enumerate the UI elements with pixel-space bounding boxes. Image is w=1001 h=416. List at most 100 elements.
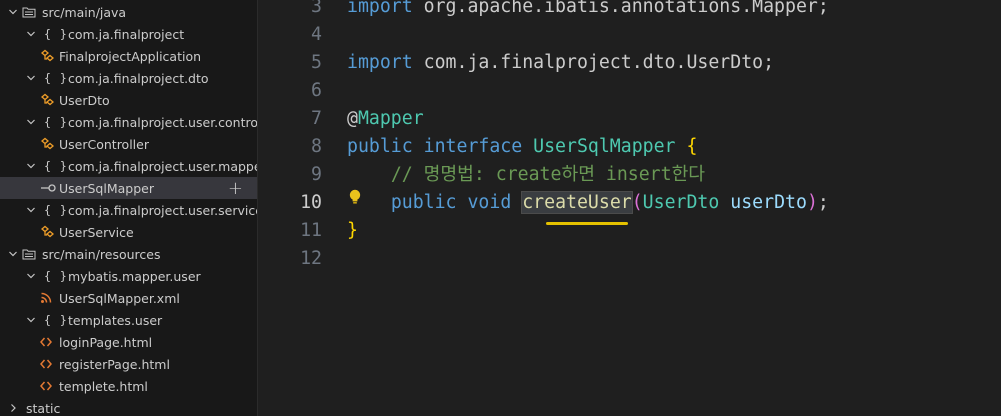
code-token: {	[686, 136, 698, 157]
package-braces-icon: { }	[44, 159, 68, 173]
tree-item[interactable]: UserController	[0, 133, 257, 155]
code-token: com.ja.finalproject.dto.UserDto;	[423, 52, 775, 73]
code-line[interactable]: 3 import org.apache.ibatis.annotations.Ma…	[258, 0, 1001, 21]
tree-item[interactable]: src/main/java	[0, 1, 257, 23]
line-number: 11	[300, 220, 322, 241]
code-token: }	[347, 220, 358, 241]
tree-item[interactable]: UserService	[0, 221, 257, 243]
chevron-down-icon[interactable]	[6, 243, 20, 265]
line-number: 4	[311, 24, 322, 45]
code-line[interactable]: 11}	[258, 217, 1001, 245]
chevron-down-icon[interactable]	[24, 23, 38, 45]
code-token: ;	[817, 192, 829, 213]
tree-item-label: UserDto	[59, 92, 110, 108]
class-icon	[40, 45, 54, 67]
tree-item-label: registerPage.html	[59, 356, 170, 372]
tree-item[interactable]: templete.html	[0, 375, 257, 397]
code-line[interactable]: 5 import com.ja.finalproject.dto.UserDto;	[258, 49, 1001, 77]
package-braces-icon: { }	[44, 27, 68, 41]
tree-item[interactable]: UserDto	[0, 89, 257, 111]
code-line[interactable]: 6	[258, 77, 1001, 105]
new-file-button[interactable]: +	[228, 177, 243, 199]
chevron-down-icon[interactable]	[24, 111, 38, 133]
code-text: import com.ja.finalproject.dto.UserDto;	[347, 49, 774, 77]
tree-item-label: com.ja.finalproject.user.controller	[68, 114, 258, 130]
chevron-down-icon[interactable]	[24, 199, 38, 221]
chevron-right-icon[interactable]	[6, 397, 20, 416]
tree-item-label: UserService	[59, 224, 134, 240]
package-braces-icon: { }	[44, 203, 68, 217]
chevron-down-icon[interactable]	[24, 265, 38, 287]
line-number: 6	[311, 80, 322, 101]
code-token: (	[631, 192, 643, 213]
code-token: createUser	[521, 191, 633, 214]
chevron-down-icon[interactable]	[24, 67, 38, 89]
line-number: 8	[311, 136, 322, 157]
code-editor[interactable]: 12 11} 10 public void createUser(UserDto u…	[258, 0, 1001, 416]
tree-item-label: FinalprojectApplication	[59, 48, 202, 64]
lightbulb-icon[interactable]	[347, 188, 363, 206]
line-number: 10	[300, 192, 322, 213]
explorer-sidebar: src/main/java{ } com.ja.finalproject Final…	[0, 0, 258, 416]
package-braces-icon: { }	[44, 269, 68, 283]
chevron-down-icon[interactable]	[24, 155, 38, 177]
tree-item[interactable]: { } templates.user	[0, 309, 257, 331]
tree-item[interactable]: { } com.ja.finalproject.dto	[0, 67, 257, 89]
rss-xml-icon	[40, 287, 52, 309]
tree-item-label: UserController	[59, 136, 149, 152]
code-token: // 명명법: create하면 insert한다	[390, 164, 706, 185]
package-braces-icon: { }	[44, 115, 68, 129]
tree-item[interactable]: static	[0, 397, 257, 416]
html-code-icon	[40, 353, 52, 375]
tree-item-label: com.ja.finalproject.user.mapper	[68, 158, 258, 174]
line-number: 3	[311, 0, 322, 17]
class-icon	[40, 133, 54, 155]
tree-item[interactable]: UserSqlMapper +	[0, 177, 257, 199]
code-token: @	[347, 108, 358, 129]
code-line[interactable]: 7 @Mapper	[258, 105, 1001, 133]
code-text: @Mapper	[347, 105, 424, 133]
code-line[interactable]: 9 // 명명법: create하면 insert한다	[258, 161, 1001, 189]
tree-item[interactable]: registerPage.html	[0, 353, 257, 375]
chevron-down-icon[interactable]	[24, 309, 38, 331]
code-text: import org.apache.ibatis.annotations.Map…	[347, 0, 829, 21]
code-line[interactable]: 10 public void createUser(UserDto userDt…	[258, 189, 1001, 217]
tree-item[interactable]: loginPage.html	[0, 331, 257, 353]
tree-item-label: mybatis.mapper.user	[68, 268, 201, 284]
tree-item[interactable]: { } mybatis.mapper.user	[0, 265, 257, 287]
code-line[interactable]: 4	[258, 21, 1001, 49]
chevron-down-icon[interactable]	[6, 1, 20, 23]
package-braces-icon: { }	[44, 313, 68, 327]
tree-item[interactable]: { } com.ja.finalproject.user.service	[0, 199, 257, 221]
code-token: org.apache.ibatis.annotations.Mapper;	[423, 0, 829, 17]
code-text: // 명명법: create하면 insert한다	[347, 161, 705, 189]
tree-item-label: com.ja.finalproject.dto	[68, 70, 209, 86]
line-number: 5	[311, 52, 322, 73]
tree-item[interactable]: { } com.ja.finalproject.user.mapper	[0, 155, 257, 177]
code-line[interactable]: 12	[258, 245, 1001, 273]
tree-item-label: static	[26, 400, 61, 416]
code-text: public interface UserSqlMapper {	[347, 133, 697, 161]
code-token: import	[347, 52, 424, 73]
tree-item-label: UserSqlMapper.xml	[59, 290, 180, 306]
code-token: public	[390, 192, 468, 213]
line-number: 9	[311, 164, 322, 185]
tree-item[interactable]: UserSqlMapper.xml	[0, 287, 257, 309]
code-token: )	[806, 192, 818, 213]
tree-item[interactable]: { } com.ja.finalproject	[0, 23, 257, 45]
html-code-icon	[40, 375, 52, 397]
line-number: 12	[300, 248, 322, 269]
class-icon	[40, 221, 54, 243]
tree-item[interactable]: src/main/resources	[0, 243, 257, 265]
tree-item[interactable]: FinalprojectApplication	[0, 45, 257, 67]
code-token: UserDto	[642, 192, 731, 213]
tree-item-label: com.ja.finalproject	[68, 26, 185, 42]
code-line[interactable]: 8 public interface UserSqlMapper {	[258, 133, 1001, 161]
tree-item-label: loginPage.html	[59, 334, 153, 350]
code-token: Mapper	[357, 108, 424, 129]
tree-item-label: com.ja.finalproject.user.service	[68, 202, 258, 218]
folder-icon	[22, 243, 36, 265]
tree-item[interactable]: { } com.ja.finalproject.user.controller	[0, 111, 257, 133]
code-token: interface	[423, 136, 534, 157]
